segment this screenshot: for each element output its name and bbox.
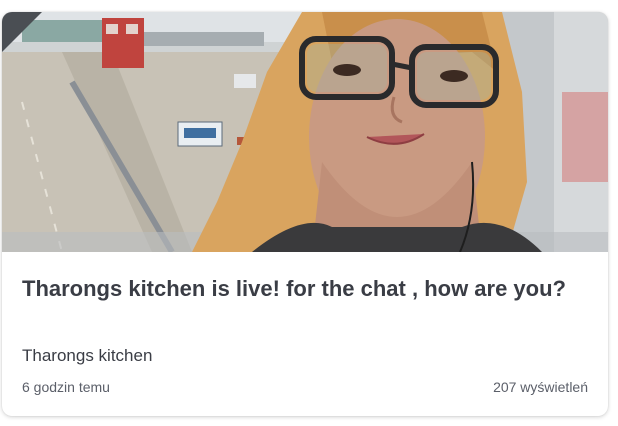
channel-name[interactable]: Tharongs kitchen bbox=[22, 345, 152, 367]
thumbnail-image bbox=[2, 12, 608, 252]
video-info: Tharongs kitchen is live! for the chat ,… bbox=[2, 252, 608, 416]
video-title[interactable]: Tharongs kitchen is live! for the chat ,… bbox=[22, 275, 588, 303]
upload-time: 6 godzin temu bbox=[22, 379, 110, 395]
video-card[interactable]: Tharongs kitchen is live! for the chat ,… bbox=[2, 12, 608, 416]
video-thumbnail[interactable] bbox=[2, 12, 608, 252]
view-count: 207 wyświetleń bbox=[493, 379, 588, 395]
